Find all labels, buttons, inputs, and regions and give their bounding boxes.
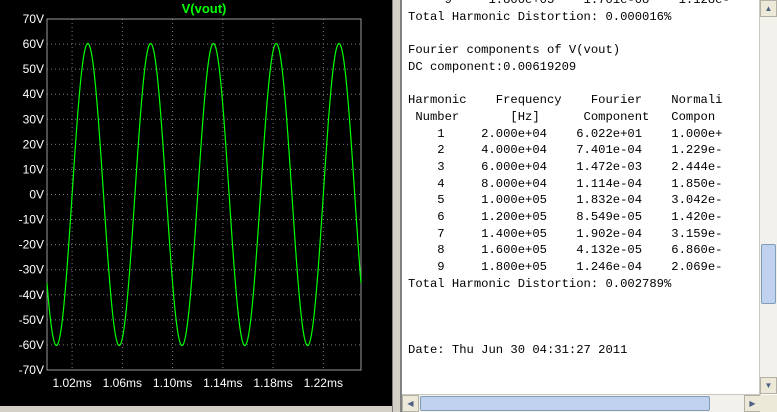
output-line: 3 6.000e+04 1.472e-03 2.444e- — [408, 159, 723, 174]
x-tick-labels: 1.02ms 1.06ms 1.10ms 1.14ms 1.18ms 1.22ms — [52, 376, 343, 390]
arrow-left-icon: ◀ — [407, 399, 414, 408]
output-line: 9 1.800e+05 1.701e-08 1.128e- — [408, 0, 730, 7]
x-tick-label: 1.06ms — [103, 376, 142, 390]
x-tick-label: 1.18ms — [253, 376, 292, 390]
x-tick-label: 1.14ms — [203, 376, 242, 390]
y-tick-label: -30V — [19, 263, 44, 277]
output-line: DC component:0.00619209 — [408, 59, 577, 74]
y-tick-label: -50V — [19, 313, 44, 327]
arrow-up-icon: ▲ — [764, 4, 773, 13]
vertical-scrollbar[interactable]: ▲ ▼ — [759, 0, 777, 394]
scroll-down-button[interactable]: ▼ — [760, 377, 777, 394]
y-tick-label: 0V — [29, 188, 44, 202]
waveform-plot-window[interactable]: 70V 60V 50V 40V 30V 20V 10V 0V -10V -20V -30V -40V -… — [0, 0, 392, 406]
y-tick-label: 60V — [23, 37, 44, 51]
fourier-output-text: 9 1.800e+05 1.701e-08 1.128e- Total Harmo… — [408, 0, 755, 359]
output-line: 2 4.000e+04 7.401e-04 1.229e- — [408, 143, 723, 158]
scroll-left-button[interactable]: ◀ — [402, 395, 419, 412]
vertical-scroll-thumb[interactable] — [761, 244, 776, 304]
output-line: 7 1.400e+05 1.902e-04 3.159e- — [408, 226, 723, 241]
scroll-right-button[interactable]: ▶ — [744, 395, 761, 412]
y-tick-labels: 70V 60V 50V 40V 30V 20V 10V 0V -10V -20V -30V -40V -… — [19, 12, 44, 377]
scrollbar-corner — [760, 395, 777, 412]
output-line: 1 2.000e+04 6.022e+01 1.000e+ — [408, 126, 723, 141]
y-tick-label: 40V — [23, 87, 44, 101]
output-line: Date: Thu Jun 30 04:31:27 2011 — [408, 343, 628, 358]
output-line: 4 8.000e+04 1.114e-04 1.850e- — [408, 176, 723, 191]
arrow-down-icon: ▼ — [764, 381, 773, 390]
y-tick-label: 30V — [23, 112, 44, 126]
fourier-output-window[interactable]: 9 1.800e+05 1.701e-08 1.128e- Total Harmo… — [400, 0, 777, 412]
y-tick-label: 20V — [23, 137, 44, 151]
output-line: 8 1.600e+05 4.132e-05 6.860e- — [408, 243, 723, 258]
output-line: Total Harmonic Distortion: 0.000016% — [408, 9, 672, 24]
x-tick-label: 1.02ms — [52, 376, 91, 390]
trace-title[interactable]: V(vout) — [182, 1, 227, 16]
output-line: Total Harmonic Distortion: 0.002789% — [408, 276, 672, 291]
y-tick-label: -10V — [19, 213, 44, 227]
x-tick-label: 1.10ms — [153, 376, 192, 390]
horizontal-scrollbar[interactable]: ◀ ▶ — [402, 394, 761, 412]
output-line: 6 1.200e+05 8.549e-05 1.420e- — [408, 209, 723, 224]
output-line: 5 1.000e+05 1.832e-04 3.042e- — [408, 193, 723, 208]
output-line: Number [Hz] Component Compon — [408, 109, 716, 124]
output-line: Harmonic Frequency Fourier Normali — [408, 93, 723, 108]
y-tick-label: -60V — [19, 338, 44, 352]
output-line: Fourier components of V(vout) — [408, 43, 621, 58]
arrow-right-icon: ▶ — [749, 399, 756, 408]
y-tick-label: 50V — [23, 62, 44, 76]
x-tick-label: 1.22ms — [304, 376, 343, 390]
horizontal-scroll-thumb[interactable] — [420, 396, 710, 411]
y-tick-label: -70V — [19, 363, 44, 377]
scroll-up-button[interactable]: ▲ — [760, 0, 777, 17]
y-tick-label: 10V — [23, 162, 44, 176]
y-tick-label: -40V — [19, 288, 44, 302]
waveform-plot[interactable]: 70V 60V 50V 40V 30V 20V 10V 0V -10V -20V -30V -40V -… — [0, 0, 392, 406]
y-tick-label: 70V — [23, 12, 44, 26]
y-tick-label: -20V — [19, 238, 44, 252]
output-line: 9 1.800e+05 1.246e-04 2.069e- — [408, 260, 723, 274]
